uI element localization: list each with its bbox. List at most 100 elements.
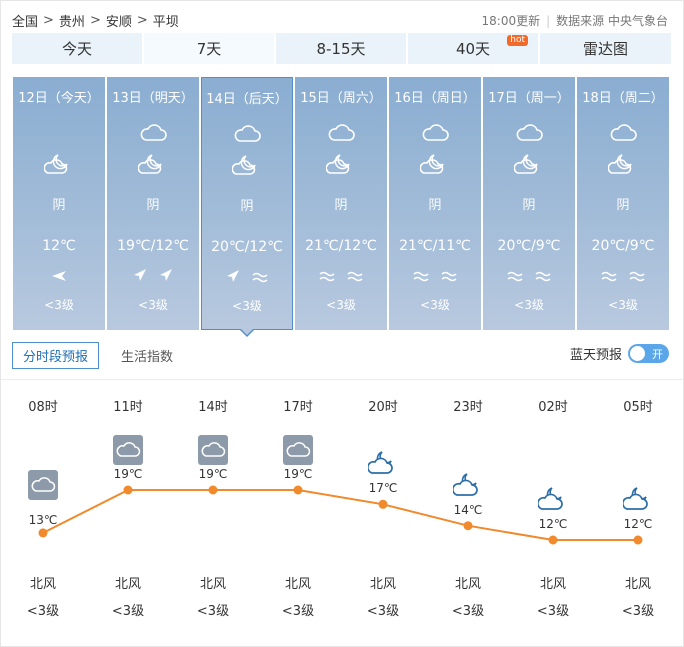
- day-card[interactable]: 14日（后天） 阴 20℃/12℃ <3级: [201, 77, 293, 337]
- day-condition: 阴: [616, 198, 630, 213]
- hour-temperature: 14℃: [453, 502, 483, 517]
- cloudy-icon: [198, 435, 228, 465]
- day-condition: 阴: [52, 198, 66, 213]
- cloudy-icon: [232, 122, 262, 144]
- update-info: 18:00更新 | 数据来源 中央气象台: [482, 12, 668, 29]
- breadcrumb-separator: >: [136, 13, 148, 28]
- day-condition: 阴: [428, 198, 442, 213]
- hour-wind-level: <3级: [281, 604, 315, 619]
- hour-wind-level: <3级: [366, 604, 400, 619]
- arrow-left-icon: [51, 268, 67, 286]
- day-wind-level: <3级: [608, 298, 638, 312]
- hour-time: 05时: [623, 400, 653, 415]
- day-card[interactable]: 13日（明天） 阴 19℃/12℃ <3级: [107, 77, 199, 330]
- info-divider: |: [546, 13, 551, 28]
- tab-40days[interactable]: 40天 hot: [408, 33, 538, 64]
- cloudy-icon: [113, 435, 143, 465]
- wave-icon: [507, 268, 523, 286]
- day-card[interactable]: 18日（周二） 阴 20℃/9℃ <3级: [577, 77, 669, 330]
- tab-label: 7天: [196, 40, 222, 58]
- hour-wind-level: <3级: [26, 604, 60, 619]
- day-condition: 阴: [334, 198, 348, 213]
- temperature-point: [123, 485, 133, 495]
- tab-hourly-forecast[interactable]: 分时段预报: [12, 342, 100, 369]
- day-card[interactable]: 15日（周六） 阴 21℃/12℃ <3级: [295, 77, 387, 330]
- arrow-northeast-icon: [226, 269, 240, 287]
- hour-wind-direction: 北风: [114, 577, 141, 592]
- day-wind: [202, 269, 292, 287]
- arrow-northeast-icon: [133, 268, 147, 286]
- hour-temperature: 19℃: [113, 467, 143, 481]
- temperature-point: [463, 521, 473, 531]
- wave-icon: [347, 268, 363, 286]
- day-date: 15日（周六）: [300, 91, 382, 106]
- breadcrumb-county: 平坝: [152, 15, 179, 30]
- day-wind-level: <3级: [326, 298, 356, 312]
- selected-caret: [239, 328, 255, 337]
- cloudy-moon-icon: [513, 153, 544, 175]
- hour-wind-level: <3级: [536, 604, 570, 619]
- day-date: 16日（周日）: [394, 91, 476, 106]
- day-wind-level: <3级: [420, 298, 450, 312]
- day-card[interactable]: 16日（周日） 阴 21℃/11℃ <3级: [389, 77, 481, 330]
- hour-temperature: 13℃: [28, 512, 58, 527]
- hour-temperature: 19℃: [283, 467, 313, 481]
- temperature-point: [208, 485, 218, 495]
- update-time: 18:00更新: [481, 14, 541, 28]
- cloudy-icon: [28, 469, 58, 500]
- temperature-point: [548, 535, 558, 545]
- day-wind: [389, 268, 481, 286]
- tab-8-15days[interactable]: 8-15天: [276, 33, 406, 64]
- cloudy-moon-icon: [325, 153, 356, 175]
- tab-life-index[interactable]: 生活指数: [111, 343, 183, 368]
- day-condition: 阴: [240, 199, 254, 214]
- tab-7days[interactable]: 7天: [144, 33, 274, 64]
- hour-wind-direction: 北风: [369, 577, 396, 592]
- hour-time: 14时: [198, 400, 228, 415]
- detail-tabs: 分时段预报 生活指数: [12, 342, 183, 369]
- cloudy-moon-icon: [43, 153, 74, 175]
- hour-wind-direction: 北风: [454, 577, 481, 592]
- day-condition: 阴: [146, 198, 160, 213]
- wave-icon: [319, 268, 335, 286]
- cloudy-moon-icon: [366, 449, 398, 479]
- blue-sky-forecast: 蓝天预报 开: [570, 344, 669, 363]
- hour-time: 11时: [113, 400, 143, 415]
- breadcrumb-country[interactable]: 全国: [12, 11, 38, 30]
- tab-label: 今天: [61, 40, 92, 58]
- day-wind-level: <3级: [232, 299, 262, 313]
- cloudy-icon: [420, 121, 450, 143]
- day-wind: [483, 268, 575, 286]
- wave-icon: [601, 268, 617, 286]
- cloudy-moon-icon: [137, 153, 168, 175]
- day-date: 14日（后天）: [206, 92, 288, 107]
- hour-wind-level: <3级: [451, 604, 485, 619]
- cloudy-moon-icon: [231, 154, 262, 176]
- arrow-northeast-icon: [159, 268, 173, 286]
- wave-icon: [629, 268, 645, 286]
- data-source: 数据来源 中央气象台: [556, 14, 668, 28]
- breadcrumb-province[interactable]: 贵州: [59, 11, 85, 30]
- hour-wind-direction: 北风: [539, 577, 566, 592]
- tab-today[interactable]: 今天: [12, 33, 142, 64]
- blue-sky-toggle[interactable]: 开: [628, 344, 669, 363]
- day-wind-level: <3级: [44, 298, 74, 312]
- day-card[interactable]: 17日（周一） 阴 20℃/9℃ <3级: [483, 77, 575, 330]
- tab-radar[interactable]: 雷达图: [540, 33, 671, 64]
- hour-wind-direction: 北风: [199, 577, 226, 592]
- blue-sky-label: 蓝天预报: [569, 348, 622, 363]
- day-date: 12日（今天）: [18, 91, 100, 106]
- temperature-point: [378, 499, 388, 509]
- wave-icon: [413, 268, 429, 286]
- temperature-point: [38, 528, 48, 538]
- hour-wind-direction: 北风: [284, 577, 311, 592]
- hourly-forecast: 08时 13℃ 北风 <3级 11时 19℃ 北风 <3级 14时 19℃ 北风 <3级 17时 19℃ 北…: [1, 380, 684, 647]
- cloudy-icon: [608, 121, 638, 143]
- tab-label: 雷达图: [582, 40, 628, 58]
- hour-wind-level: <3级: [196, 604, 230, 619]
- breadcrumb-city[interactable]: 安顺: [106, 11, 132, 30]
- cloudy-icon: [283, 435, 313, 465]
- day-temperature: 21℃/11℃: [399, 238, 471, 254]
- day-date: 17日（周一）: [488, 91, 570, 106]
- day-card[interactable]: 12日（今天） 阴 12℃ <3级: [13, 77, 105, 330]
